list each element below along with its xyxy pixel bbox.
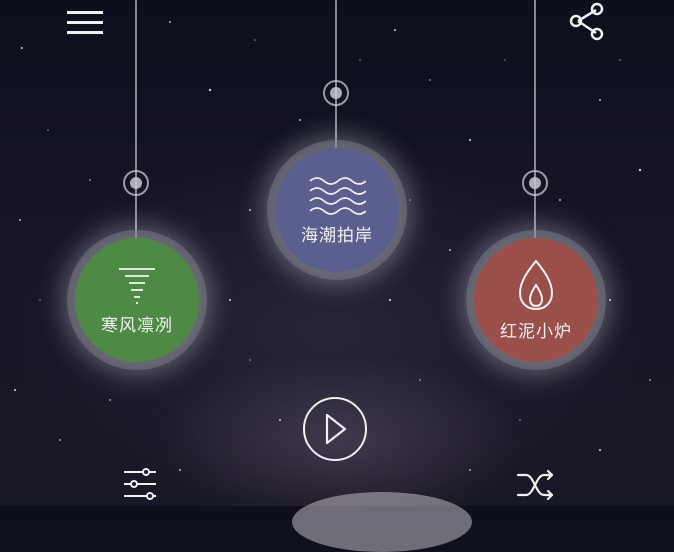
- hanging-string-center: [335, 0, 337, 150]
- menu-button[interactable]: [62, 4, 108, 40]
- sound-label-ocean-waves: 海潮拍岸: [301, 225, 373, 246]
- hamburger-menu-icon: [67, 11, 103, 34]
- volume-knob-left[interactable]: [123, 170, 149, 196]
- settings-button[interactable]: [118, 466, 162, 506]
- share-button[interactable]: [564, 0, 610, 44]
- hanging-string-right: [534, 0, 536, 240]
- wind-icon: [119, 267, 155, 304]
- volume-knob-right[interactable]: [522, 170, 548, 196]
- sound-label-cold-wind: 寒风凛冽: [101, 315, 173, 336]
- sound-label-red-clay-stove: 红泥小炉: [500, 321, 572, 342]
- sliders-icon: [124, 468, 156, 500]
- share-icon: [569, 2, 604, 41]
- volume-knob-center[interactable]: [323, 80, 349, 106]
- shuffle-icon: [516, 469, 554, 501]
- waves-icon: [309, 176, 366, 215]
- hanging-string-left: [135, 0, 137, 240]
- sound-orb-cold-wind[interactable]: 寒风凛冽: [75, 238, 199, 362]
- sound-orb-red-clay-stove[interactable]: 红泥小炉: [474, 238, 598, 362]
- play-button[interactable]: [303, 397, 367, 461]
- sound-orb-ocean-waves[interactable]: 海潮拍岸: [275, 148, 399, 272]
- shuffle-button[interactable]: [512, 464, 560, 506]
- play-icon: [325, 413, 347, 445]
- bottom-glow-arc: [292, 492, 472, 552]
- flame-icon: [518, 258, 554, 310]
